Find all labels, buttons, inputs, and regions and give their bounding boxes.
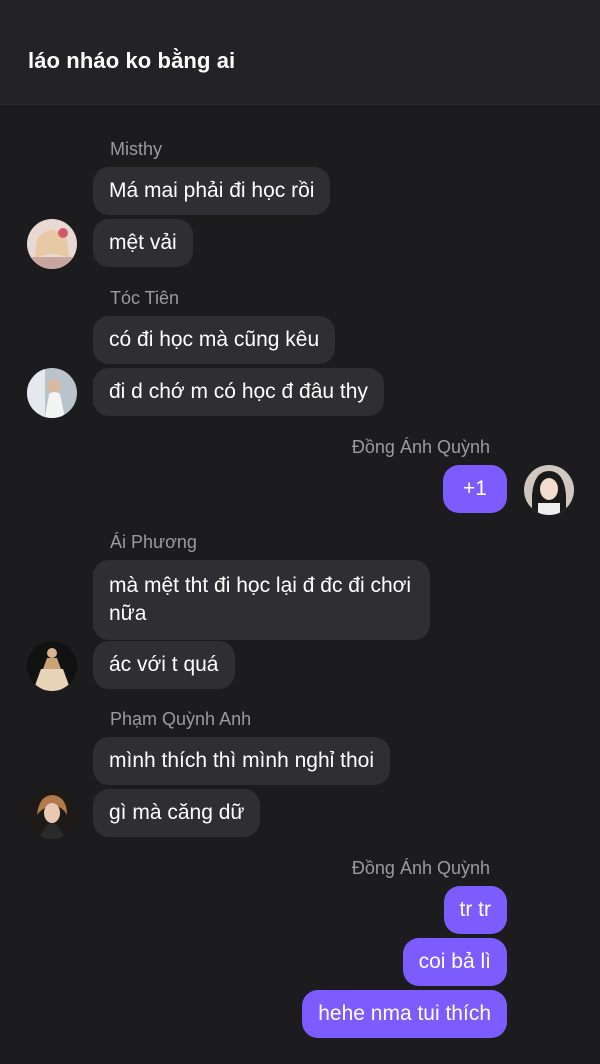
message-bubble[interactable]: mà mệt tht đi học lại đ đc đi chơi nữa [93, 560, 430, 640]
message-bubble[interactable]: mình thích thì mình nghỉ thoi [93, 737, 390, 785]
message-bubble[interactable]: ác với t quá [93, 641, 235, 689]
avatar[interactable] [27, 219, 77, 269]
sender-name: Ái Phương [110, 532, 197, 552]
message-bubble-outgoing[interactable]: tr tr [443, 886, 507, 934]
message-bubble[interactable]: có đi học mà cũng kêu [93, 316, 336, 364]
message-bubble[interactable]: đi d chớ m có học đ đâu thy [93, 368, 384, 416]
sender-name: Đồng Ánh Quỳnh [351, 437, 490, 457]
sender-name: Tóc Tiên [110, 288, 180, 308]
avatar[interactable] [27, 368, 77, 418]
avatar-photo [27, 641, 77, 691]
message-bubble-outgoing[interactable]: hehe nma tui thích [302, 990, 507, 1038]
avatar-photo [27, 368, 77, 418]
avatar[interactable] [27, 641, 77, 691]
message-bubble[interactable]: mệt vải [93, 219, 193, 267]
avatar[interactable] [524, 465, 574, 515]
message-bubble-outgoing[interactable]: +1 [443, 465, 507, 513]
avatar-photo [27, 789, 77, 839]
message-bubble-outgoing[interactable]: coi bả lì [402, 938, 507, 986]
avatar[interactable] [27, 789, 77, 839]
avatar-photo [27, 219, 77, 269]
group-title[interactable]: láo nháo ko bằng ai [28, 48, 235, 74]
sender-name: Phạm Quỳnh Anh [110, 709, 252, 729]
sender-name: Misthy [110, 139, 163, 159]
chat-header: láo nháo ko bằng ai [0, 0, 600, 105]
avatar-photo [524, 465, 574, 515]
message-bubble[interactable]: gì mà căng dữ [93, 789, 261, 837]
message-bubble[interactable]: Má mai phải đi học rồi [93, 167, 331, 215]
sender-name: Đồng Ánh Quỳnh [351, 858, 490, 878]
